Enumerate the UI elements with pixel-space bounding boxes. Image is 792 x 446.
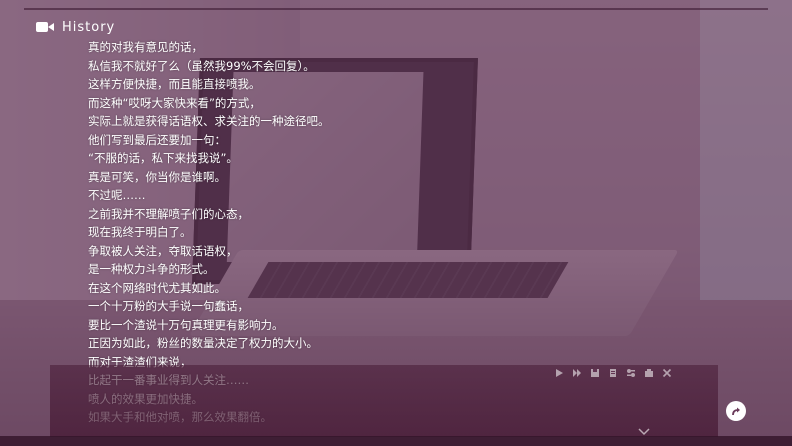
history-line: 之前我并不理解喷子们的心态， [88,206,249,221]
history-line: “不服的话，私下来找我说”。 [88,151,238,165]
history-line: 争取被人关注，夺取话语权， [88,243,238,258]
history-line: 真的对我有意见的话， [88,40,203,54]
history-line: 正因为如此，粉丝的数量决定了权力的大小。 [88,336,318,350]
return-button[interactable] [726,401,746,421]
settings-icon[interactable] [626,368,636,378]
history-line: 不过呢…… [88,188,146,202]
message-toolbar [554,368,672,378]
chevron-down-icon[interactable] [638,428,650,436]
history-title: History [62,19,116,35]
history-top-border [24,8,768,10]
bottom-border [0,436,792,446]
close-icon[interactable] [662,368,672,378]
history-line: 要比一个渣说十万句真理更有影响力。 [88,317,284,332]
history-line: 在这个网络时代尤其如此。 [88,280,226,295]
history-line: 私信我不就好了么（虽然我99%不会回复）。 [88,58,315,73]
history-line: 现在我终于明白了。 [88,225,192,239]
history-line: 实际上就是获得话语权、求关注的一种途径吧。 [88,114,330,128]
history-line: 他们写到最后还要加一句： [88,132,226,147]
hide-window-icon[interactable] [644,368,654,378]
video-camera-icon [36,21,54,33]
history-header: History [36,18,115,36]
save-icon[interactable] [590,368,600,378]
history-line: 这样方便快捷，而且能直接喷我。 [88,77,261,91]
history-line: 是一种权力斗争的形式。 [88,262,215,276]
skip-icon[interactable] [572,368,582,378]
history-line: 而这种“哎呀大家快来看”的方式， [88,95,261,110]
load-icon[interactable] [608,368,618,378]
history-line: 一个十万粉的大手说一句蠢话， [88,299,249,313]
play-icon[interactable] [554,368,564,378]
history-line: 真是可笑，你当你是谁啊。 [88,169,226,184]
return-arrow-icon [732,407,740,416]
